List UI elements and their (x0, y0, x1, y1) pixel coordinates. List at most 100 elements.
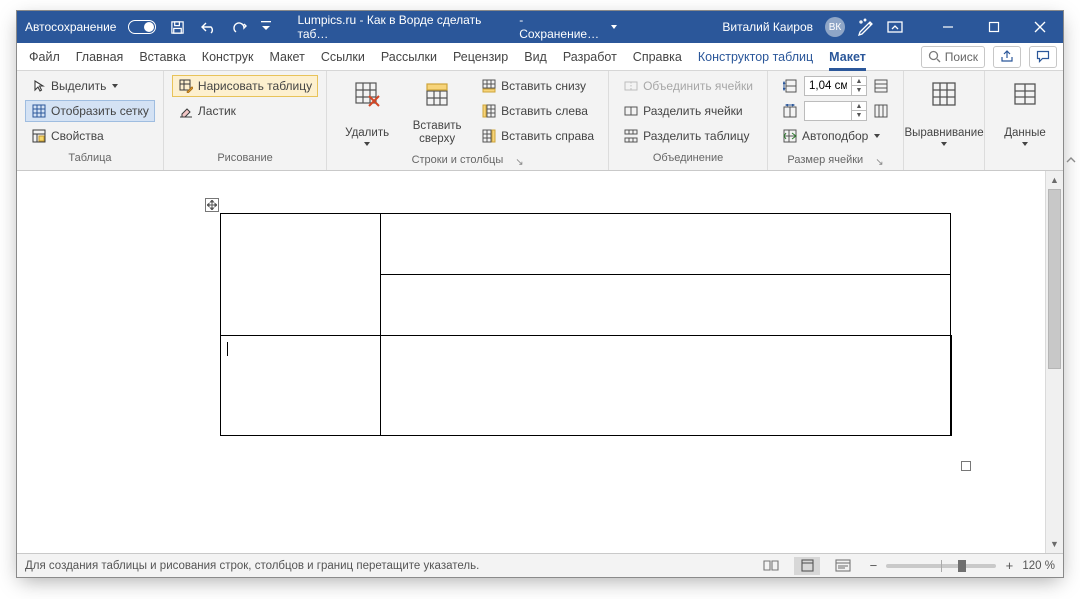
insert-left-button[interactable]: Вставить слева (475, 100, 600, 122)
scroll-up-icon[interactable]: ▲ (1046, 171, 1063, 189)
view-web-icon[interactable] (830, 557, 856, 575)
zoom-control: − + 120 % (866, 559, 1055, 573)
col-width-field[interactable]: ▲▼ (776, 100, 895, 122)
col-width-input[interactable] (805, 105, 851, 117)
tab-mailings[interactable]: Рассылки (373, 43, 445, 70)
tab-review[interactable]: Рецензир (445, 43, 516, 70)
autosave-label: Автосохранение (25, 20, 116, 34)
tab-insert[interactable]: Вставка (131, 43, 193, 70)
draw-table-button[interactable]: Нарисовать таблицу (172, 75, 318, 97)
pencil-grid-icon (178, 78, 194, 94)
table-resize-handle[interactable] (961, 461, 971, 471)
scroll-down-icon[interactable]: ▼ (1046, 535, 1063, 553)
spin-up-icon[interactable]: ▲ (852, 102, 866, 111)
ribbon-tabs: Файл Главная Вставка Конструк Макет Ссыл… (17, 43, 1063, 71)
doc-title: Lumpics.ru - Как в Ворде сделать таб… (297, 13, 513, 41)
view-print-icon[interactable] (794, 557, 820, 575)
qat-more-icon[interactable] (261, 21, 271, 33)
split-cells-button[interactable]: Разделить ячейки (617, 100, 759, 122)
insert-above-icon (422, 79, 452, 109)
merge-cells-button[interactable]: Объединить ячейки (617, 75, 759, 97)
tab-table-layout[interactable]: Макет (821, 43, 874, 70)
alignment-button[interactable]: Выравнивание (912, 75, 976, 147)
delete-icon (352, 79, 382, 109)
autofit-button[interactable]: Автоподбор (776, 125, 895, 147)
insert-above-button[interactable]: Вставитьсверху (405, 75, 469, 147)
doc-title-menu-icon[interactable] (611, 25, 617, 29)
share-button[interactable] (993, 46, 1021, 68)
maximize-button[interactable] (971, 11, 1017, 43)
data-button[interactable]: Данные (993, 75, 1057, 147)
search-input[interactable]: Поиск (921, 46, 985, 68)
user-name: Виталий Каиров (722, 20, 813, 34)
tab-references[interactable]: Ссылки (313, 43, 373, 70)
zoom-value[interactable]: 120 % (1022, 560, 1055, 572)
vertical-scrollbar[interactable]: ▲ ▼ (1045, 171, 1063, 553)
alignment-icon (929, 79, 959, 109)
minimize-button[interactable] (925, 11, 971, 43)
tab-developer[interactable]: Разработ (555, 43, 625, 70)
scroll-thumb[interactable] (1048, 189, 1061, 369)
select-button[interactable]: Выделить (25, 75, 155, 97)
tab-view[interactable]: Вид (516, 43, 555, 70)
distribute-cols-icon[interactable] (873, 103, 889, 119)
spin-down-icon[interactable]: ▼ (852, 86, 866, 95)
avatar[interactable]: ВК (825, 17, 845, 37)
workspace: ▲ ▼ (17, 171, 1063, 553)
group-table: Выделить Отобразить сетку Свойства Табли… (17, 71, 164, 170)
tab-layout[interactable]: Макет (261, 43, 312, 70)
status-hint: Для создания таблицы и рисования строк, … (25, 560, 479, 572)
document-table[interactable] (220, 213, 952, 436)
table-move-handle[interactable] (205, 198, 219, 212)
tab-file[interactable]: Файл (21, 43, 68, 70)
group-alignment: Выравнивание (904, 71, 985, 170)
collapse-ribbon-icon[interactable] (1065, 71, 1077, 170)
row-height-icon (782, 78, 798, 94)
group-rows-cols: Удалить Вставитьсверху Вставить снизу Вс… (327, 71, 609, 170)
autofit-icon (782, 128, 798, 144)
tab-design[interactable]: Конструк (194, 43, 262, 70)
insert-right-icon (481, 128, 497, 144)
zoom-in-button[interactable]: + (1002, 559, 1016, 573)
tab-home[interactable]: Главная (68, 43, 132, 70)
group-data: Данные (985, 71, 1065, 170)
tab-help[interactable]: Справка (625, 43, 690, 70)
rowscols-dialog-icon[interactable]: ↘ (515, 157, 523, 168)
coming-soon-icon[interactable] (857, 18, 875, 36)
split-cells-icon (623, 103, 639, 119)
insert-below-button[interactable]: Вставить снизу (475, 75, 600, 97)
tab-table-design[interactable]: Конструктор таблиц (690, 43, 821, 70)
group-cell-size: ▲▼ ▲▼ Автоподбор Размер ячейки (768, 71, 904, 170)
row-height-field[interactable]: ▲▼ (776, 75, 895, 97)
properties-button[interactable]: Свойства (25, 125, 155, 147)
redo-icon[interactable] (231, 20, 247, 34)
close-button[interactable] (1017, 11, 1063, 43)
zoom-out-button[interactable]: − (866, 559, 880, 573)
page-viewport[interactable] (17, 171, 1045, 553)
group-draw: Нарисовать таблицу Ластик Рисование (164, 71, 327, 170)
zoom-slider[interactable] (886, 564, 996, 568)
view-read-icon[interactable] (758, 557, 784, 575)
gridlines-button[interactable]: Отобразить сетку (25, 100, 155, 122)
split-table-icon (623, 128, 639, 144)
ribbon-display-icon[interactable] (887, 20, 903, 34)
comments-button[interactable] (1029, 46, 1057, 68)
title-bar: Автосохранение Lumpics.ru - Как в Ворде … (17, 11, 1063, 43)
group-merge-label: Объединение (617, 152, 759, 168)
delete-button[interactable]: Удалить (335, 75, 399, 147)
eraser-button[interactable]: Ластик (172, 100, 318, 122)
eraser-icon (178, 103, 194, 119)
split-table-button[interactable]: Разделить таблицу (617, 125, 759, 147)
autosave-toggle[interactable] (128, 20, 156, 34)
row-height-input[interactable] (805, 80, 851, 92)
insert-right-button[interactable]: Вставить справа (475, 125, 600, 147)
spin-up-icon[interactable]: ▲ (852, 77, 866, 86)
ribbon: Выделить Отобразить сетку Свойства Табли… (17, 71, 1063, 171)
cellsize-dialog-icon[interactable]: ↘ (875, 157, 883, 168)
undo-icon[interactable] (199, 20, 217, 34)
insert-left-icon (481, 103, 497, 119)
save-icon[interactable] (170, 20, 185, 35)
spin-down-icon[interactable]: ▼ (852, 111, 866, 120)
distribute-rows-icon[interactable] (873, 78, 889, 94)
group-merge: Объединить ячейки Разделить ячейки Разде… (609, 71, 768, 170)
